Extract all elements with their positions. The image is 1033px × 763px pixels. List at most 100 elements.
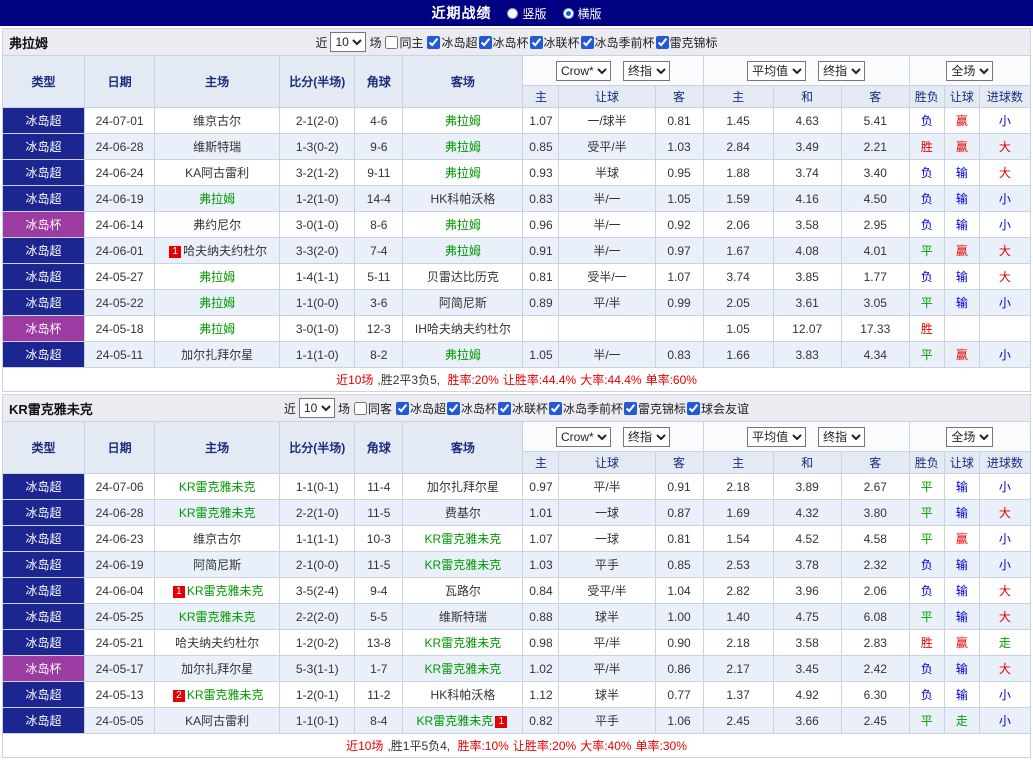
scope-header: 全场 [908,421,1032,452]
away-team-name[interactable]: 弗拉姆 [445,114,481,128]
home-team-name[interactable]: KR雷克雅未克 [179,506,256,520]
home-team-name[interactable]: 弗拉姆 [199,322,235,336]
away-team-name[interactable]: 弗拉姆 [445,348,481,362]
scope-select[interactable]: 全场 [946,60,994,81]
home-team-name[interactable]: 弗约尼尔 [193,218,241,232]
away-team-name[interactable]: HK科帕沃格 [431,192,496,206]
final-odds-select-2[interactable]: 终指 [818,426,866,447]
league-filter[interactable]: 冰岛季前杯 [548,400,623,417]
away-team-name[interactable]: 维斯特瑞 [439,610,487,624]
away-team-name[interactable]: 弗拉姆 [445,166,481,180]
league-checkbox[interactable] [549,401,563,415]
league-checkbox[interactable] [498,401,511,415]
corner-count: 11-5 [354,499,404,526]
home-team-name[interactable]: 维斯特瑞 [193,140,241,154]
home-team-name[interactable]: KR雷克雅未克 [187,688,264,702]
scope-select[interactable]: 全场 [946,426,994,447]
league-filter[interactable]: 雷克锦标 [655,34,718,51]
away-team: HK科帕沃格 [402,681,524,708]
away-team-name[interactable]: KR雷克雅未克 [417,714,494,728]
league-checkbox[interactable] [478,35,492,49]
avg-away-odds: 4.34 [840,341,910,368]
away-team-name[interactable]: 弗拉姆 [445,244,481,258]
home-team-name[interactable]: KA阿古雷利 [185,714,249,728]
avg-draw-odds: 3.96 [772,577,842,604]
away-team-name[interactable]: KR雷克雅未克 [425,662,502,676]
league-filter[interactable]: 冰岛季前杯 [580,34,655,51]
league-filter[interactable]: 冰联杯 [529,34,580,51]
away-team-name[interactable]: 瓦路尔 [445,584,481,598]
handicap-line: 平手 [558,707,656,734]
away-odds [654,315,704,342]
same-venue-filter[interactable]: 同客 [353,400,392,417]
competition-type: 冰岛超 [1,551,86,578]
away-team-name[interactable]: KR雷克雅未克 [425,636,502,650]
match-date: 24-05-17 [84,655,156,682]
league-filter[interactable]: 雷克锦标 [623,400,686,417]
match-count-select[interactable]: 10 [298,398,335,418]
away-team-name[interactable]: 弗拉姆 [445,218,481,232]
league-filter[interactable]: 冰联杯 [497,400,548,417]
home-team-name[interactable]: 加尔扎拜尔星 [181,662,253,676]
league-filters: 冰岛超 冰岛杯 冰联杯 冰岛季前杯 雷克锦标 [426,34,718,51]
home-team-name[interactable]: 哈夫纳夫约杜尔 [183,244,267,258]
league-checkbox[interactable] [580,35,594,49]
avg-home-odds: 1.69 [702,499,774,526]
away-team-name[interactable]: 加尔扎拜尔星 [427,480,499,494]
away-team-name[interactable]: 费基尔 [445,506,481,520]
away-team-name[interactable]: HK科帕沃格 [431,688,496,702]
match-count-select[interactable]: 10 [330,32,367,52]
home-team-name[interactable]: 哈夫纳夫约杜尔 [175,636,259,650]
away-team-name[interactable]: 弗拉姆 [445,140,481,154]
average-odds-select[interactable]: 平均值 [747,426,807,447]
away-team-name[interactable]: KR雷克雅未克 [425,532,502,546]
league-checkbox[interactable] [624,401,638,415]
odds-company-select[interactable]: Crow* [556,60,611,81]
home-odds: 1.12 [522,681,560,708]
away-team-name[interactable]: IH哈夫纳夫约杜尔 [415,322,511,336]
red-card-badge: 1 [172,586,185,598]
final-odds-select[interactable]: 终指 [623,426,670,447]
match-row: 冰岛杯 24-06-14 弗约尼尔 3-0(1-0) 8-6 弗拉姆 0.96 半/一 0.92… [1,211,1032,238]
final-odds-select[interactable]: 终指 [623,60,670,81]
away-team-name[interactable]: KR雷克雅未克 [425,558,502,572]
same-venue-filter[interactable]: 同主 [384,34,423,51]
layout-vertical-radio[interactable]: 竖版 [507,5,547,22]
league-checkbox[interactable] [395,401,409,415]
final-odds-select-2[interactable]: 终指 [818,60,866,81]
league-filter[interactable]: 冰岛杯 [478,34,529,51]
home-team-name[interactable]: 弗拉姆 [199,296,235,310]
home-team-name[interactable]: 维京古尔 [193,114,241,128]
layout-horizontal-radio[interactable]: 横版 [562,5,602,22]
home-team-name[interactable]: 弗拉姆 [199,192,235,206]
league-checkbox[interactable] [427,35,441,49]
odds-company-select[interactable]: Crow* [556,426,611,447]
league-filter[interactable]: 冰岛杯 [446,400,497,417]
home-team-name[interactable]: KA阿古雷利 [185,166,249,180]
league-filter[interactable]: 冰岛超 [426,34,478,51]
league-checkbox[interactable] [655,35,669,49]
home-team-name[interactable]: KR雷克雅未克 [187,584,264,598]
away-team-name[interactable]: 阿简尼斯 [439,296,487,310]
average-odds-select[interactable]: 平均值 [747,60,807,81]
same-venue-checkbox[interactable] [353,401,367,415]
home-team-name[interactable]: KR雷克雅未克 [179,480,256,494]
league-checkbox[interactable] [687,401,701,415]
home-team-name[interactable]: 维京古尔 [193,532,241,546]
same-venue-checkbox[interactable] [385,35,399,49]
avg-home-odds: 1.54 [702,525,774,552]
avg-draw-odds: 4.75 [772,603,842,630]
away-odds: 1.05 [654,185,704,212]
league-checkbox[interactable] [529,35,543,49]
sub-col-avg-away: 客 [840,451,910,474]
away-team-name[interactable]: 贝雷达比历克 [427,270,499,284]
col-home: 主场 [154,55,281,108]
home-team-name[interactable]: 阿简尼斯 [193,558,241,572]
home-team-name[interactable]: 弗拉姆 [199,270,235,284]
league-filter[interactable]: 冰岛超 [395,400,446,417]
league-checkbox[interactable] [446,401,460,415]
home-team-name[interactable]: 加尔扎拜尔星 [181,348,253,362]
home-team-name[interactable]: KR雷克雅未克 [179,610,256,624]
league-filter[interactable]: 球会友谊 [686,400,749,417]
handicap-line: 平手 [558,551,656,578]
